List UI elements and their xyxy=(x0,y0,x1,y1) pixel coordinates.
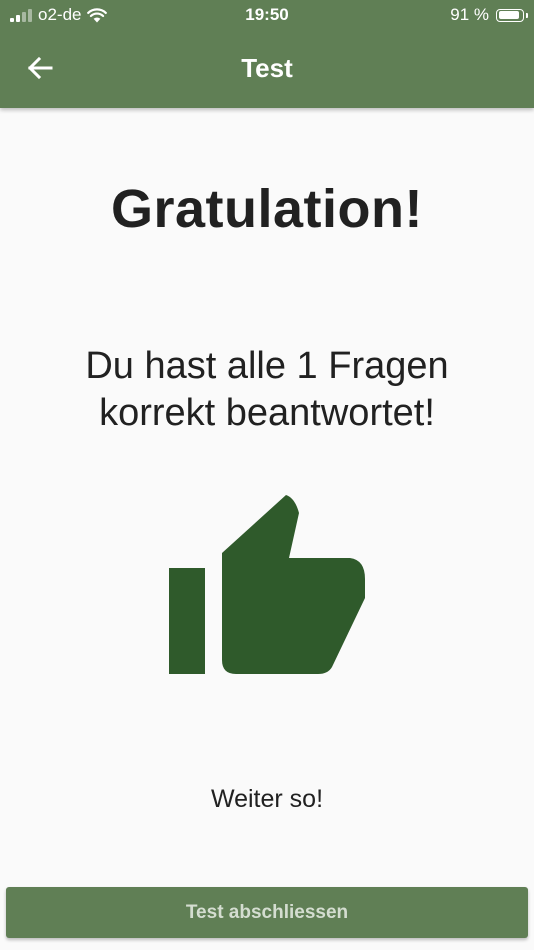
result-message: Du hast alle 1 Fragen korrekt beantworte… xyxy=(85,345,449,434)
battery-percent: 91 % xyxy=(450,5,489,24)
status-bar: o2-de 19:50 91 % xyxy=(0,0,534,32)
thumbs-up-icon xyxy=(169,495,365,674)
finish-test-button[interactable]: Test abschliessen xyxy=(6,887,528,938)
congratulation-heading: Gratulation! xyxy=(111,179,423,239)
status-bar-right: 91 % xyxy=(450,5,528,25)
page-title: Test xyxy=(241,53,293,83)
app-bar: o2-de 19:50 91 % Test xyxy=(0,0,534,108)
encouragement-text: Weiter so! xyxy=(210,785,324,813)
battery-icon xyxy=(496,8,528,22)
battery-fill xyxy=(498,11,520,19)
